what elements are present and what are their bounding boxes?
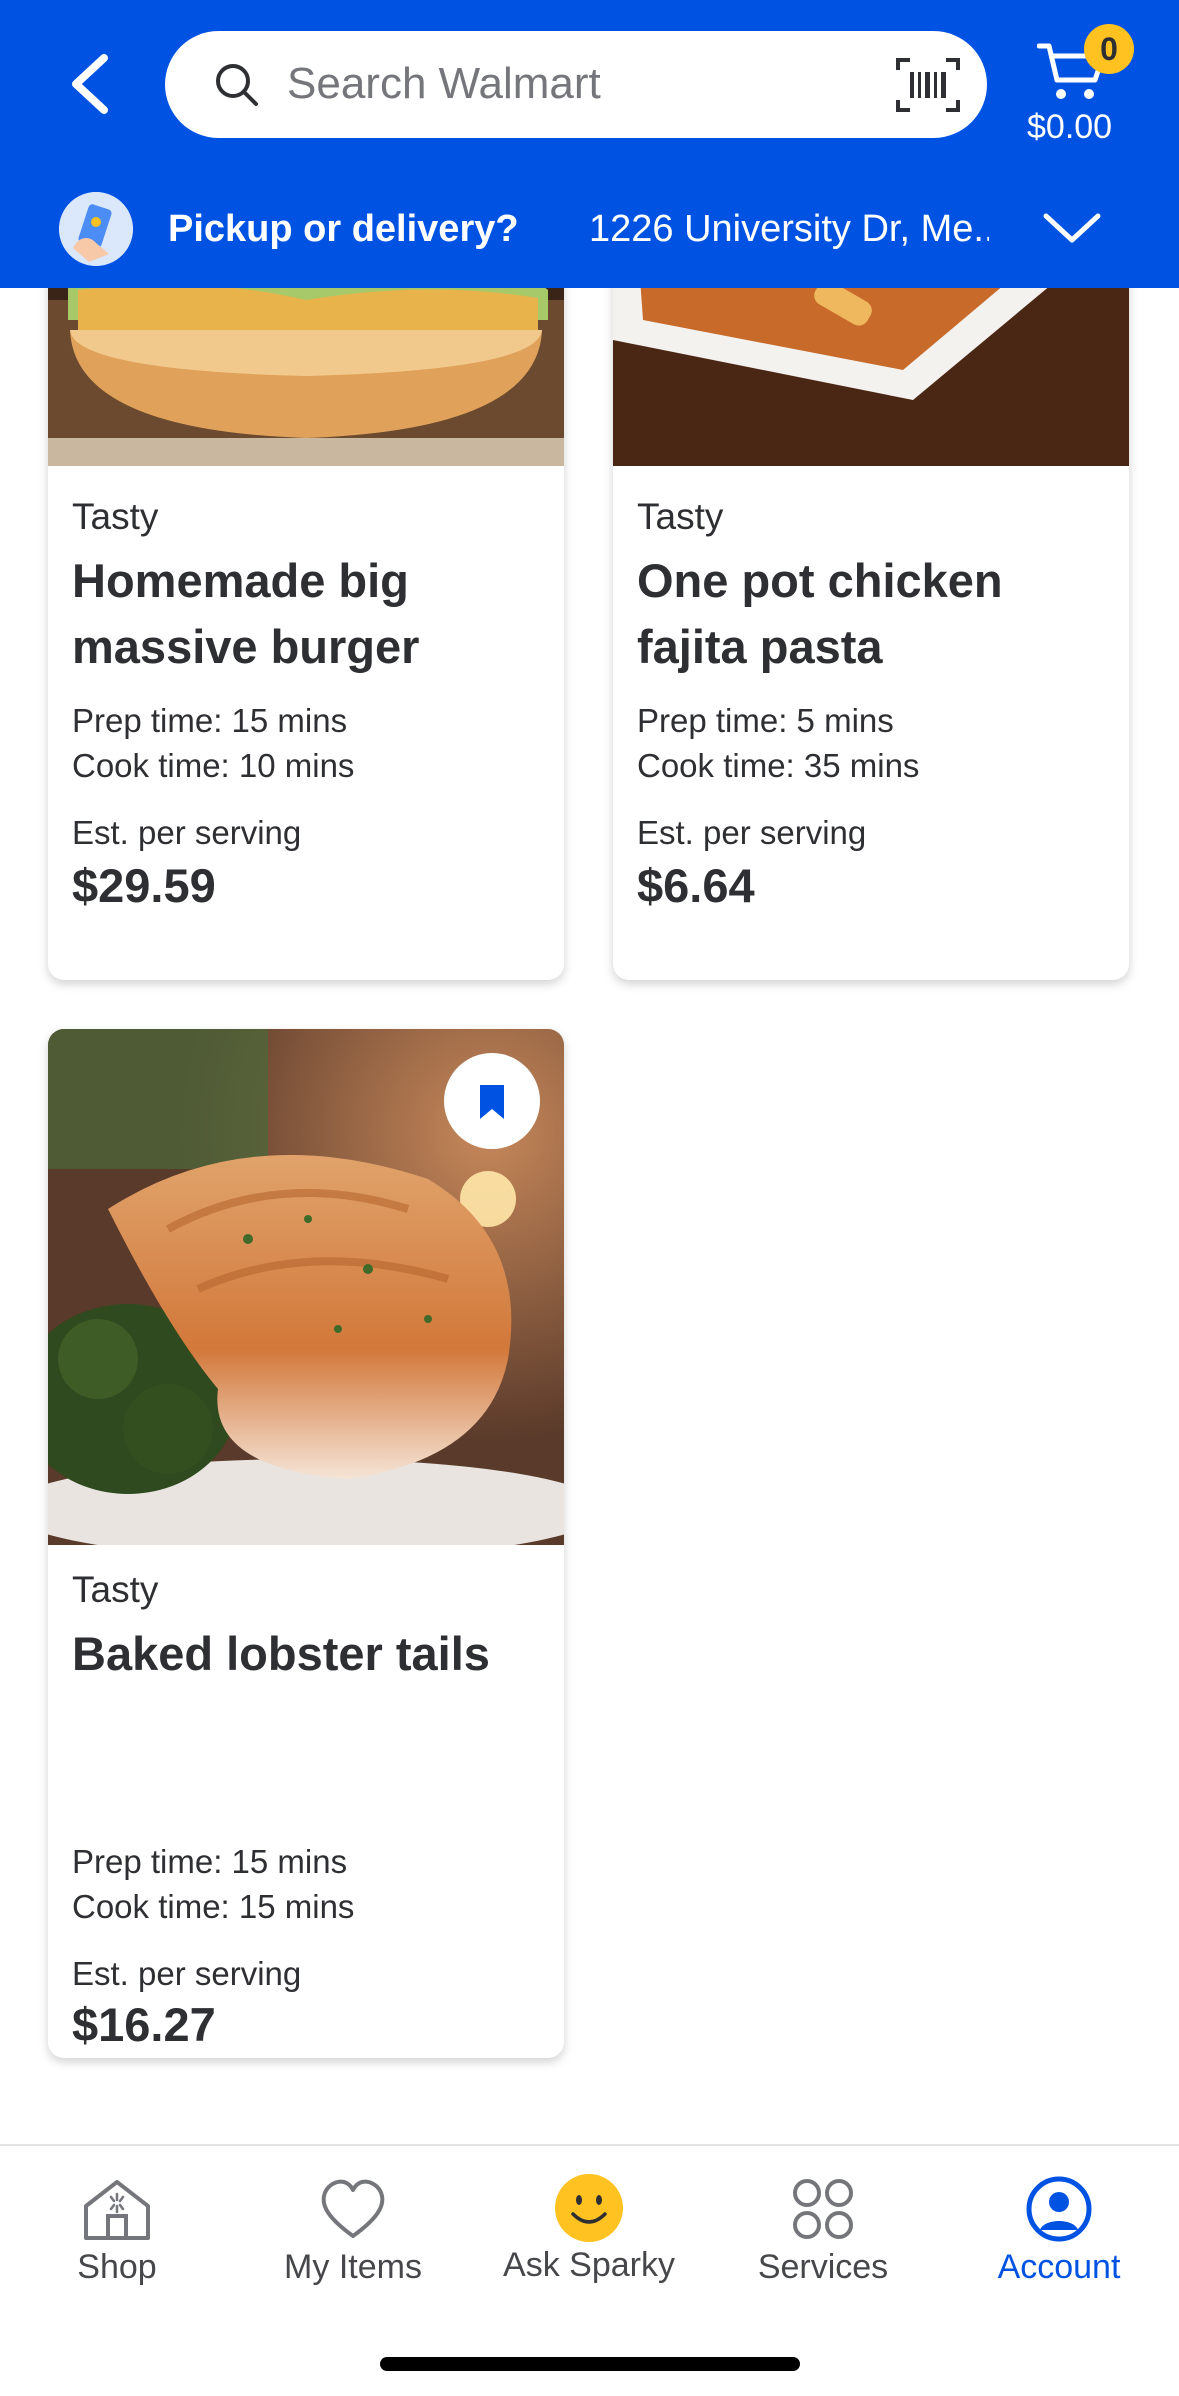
nav-shop[interactable]: Shop <box>17 2176 217 2306</box>
nav-account-label: Account <box>997 2248 1121 2286</box>
recipe-title-line1: Baked lobster tails <box>72 1627 490 1680</box>
recipes-page: Search Walmart 0 $0.00 Pickup or deliver… <box>0 0 1179 2396</box>
bookmark-icon <box>480 1085 504 1119</box>
store-avatar <box>59 192 133 266</box>
heart-icon <box>321 2179 385 2238</box>
recipe-info: Tasty Baked lobster tails Prep time: 15 … <box>72 1545 540 2051</box>
account-icon <box>1026 2176 1092 2242</box>
sparky-smiley-icon <box>555 2174 623 2242</box>
cart-button[interactable]: 0 $0.00 <box>1025 18 1155 148</box>
nav-services[interactable]: Services <box>723 2176 923 2306</box>
chevron-left-icon <box>72 54 108 114</box>
search-bar[interactable]: Search Walmart <box>165 31 987 138</box>
nav-ask-sparky[interactable]: Ask Sparky <box>489 2174 689 2306</box>
recipe-source: Tasty <box>72 1569 159 1610</box>
est-per-serving-label: Est. per serving <box>72 814 302 851</box>
nav-services-label: Services <box>757 2248 889 2286</box>
top-header: Search Walmart 0 $0.00 Pickup or deliver… <box>0 0 1179 288</box>
recipe-source: Tasty <box>72 496 159 537</box>
recipe-card[interactable]: Tasty Homemade big massive burger Prep t… <box>48 180 564 980</box>
search-icon <box>216 64 258 106</box>
recipe-title-line1: Homemade big <box>72 554 409 607</box>
home-indicator <box>380 2357 800 2371</box>
barcode-scanner-icon[interactable] <box>896 56 960 114</box>
recipe-prep-time: Prep time: 15 mins <box>72 702 348 739</box>
chevron-down-icon[interactable] <box>1042 210 1102 246</box>
recipe-info: Tasty Homemade big massive burger Prep t… <box>72 466 540 966</box>
est-per-serving-label: Est. per serving <box>637 814 867 851</box>
nav-ask-sparky-label: Ask Sparky <box>503 2246 675 2284</box>
pickup-delivery-label: Pickup or delivery? <box>168 208 519 250</box>
fulfillment-selector[interactable]: Pickup or delivery? 1226 University Dr, … <box>0 188 1179 288</box>
recipe-price: $29.59 <box>72 859 216 912</box>
est-per-serving-label: Est. per serving <box>72 1955 302 1992</box>
search-input[interactable]: Search Walmart <box>287 58 601 110</box>
phone-hand-icon <box>59 192 133 266</box>
recipe-cook-time: Cook time: 35 mins <box>637 747 920 784</box>
recipe-price: $16.27 <box>72 1998 216 2051</box>
recipe-prep-time: Prep time: 5 mins <box>637 702 894 739</box>
nav-my-items-label: My Items <box>284 2248 422 2286</box>
recipe-card[interactable]: Tasty One pot chicken fajita pasta Prep … <box>613 180 1129 980</box>
shop-icon <box>84 2180 150 2240</box>
bookmark-button[interactable] <box>444 1053 540 1149</box>
nav-my-items[interactable]: My Items <box>253 2176 453 2306</box>
recipe-title-line2: massive burger <box>72 620 420 673</box>
cart-count-badge: 0 <box>1084 24 1134 74</box>
recipe-source: Tasty <box>637 496 724 537</box>
back-button[interactable] <box>62 52 122 116</box>
address-text: 1226 University Dr, Me... <box>589 208 989 250</box>
recipe-cook-time: Cook time: 15 mins <box>72 1888 355 1925</box>
recipe-title-line2: fajita pasta <box>637 620 883 673</box>
recipe-prep-time: Prep time: 15 mins <box>72 1843 348 1880</box>
nav-shop-label: Shop <box>77 2248 157 2286</box>
recipe-card[interactable]: Tasty Baked lobster tails Prep time: 15 … <box>48 1029 564 2058</box>
recipe-info: Tasty One pot chicken fajita pasta Prep … <box>637 466 1105 966</box>
services-grid-icon <box>793 2179 853 2239</box>
recipe-title-line1: One pot chicken <box>637 554 1003 607</box>
recipe-price: $6.64 <box>637 859 755 912</box>
recipe-cook-time: Cook time: 10 mins <box>72 747 355 784</box>
nav-account[interactable]: Account <box>959 2176 1159 2306</box>
cart-total: $0.00 <box>1027 108 1113 146</box>
